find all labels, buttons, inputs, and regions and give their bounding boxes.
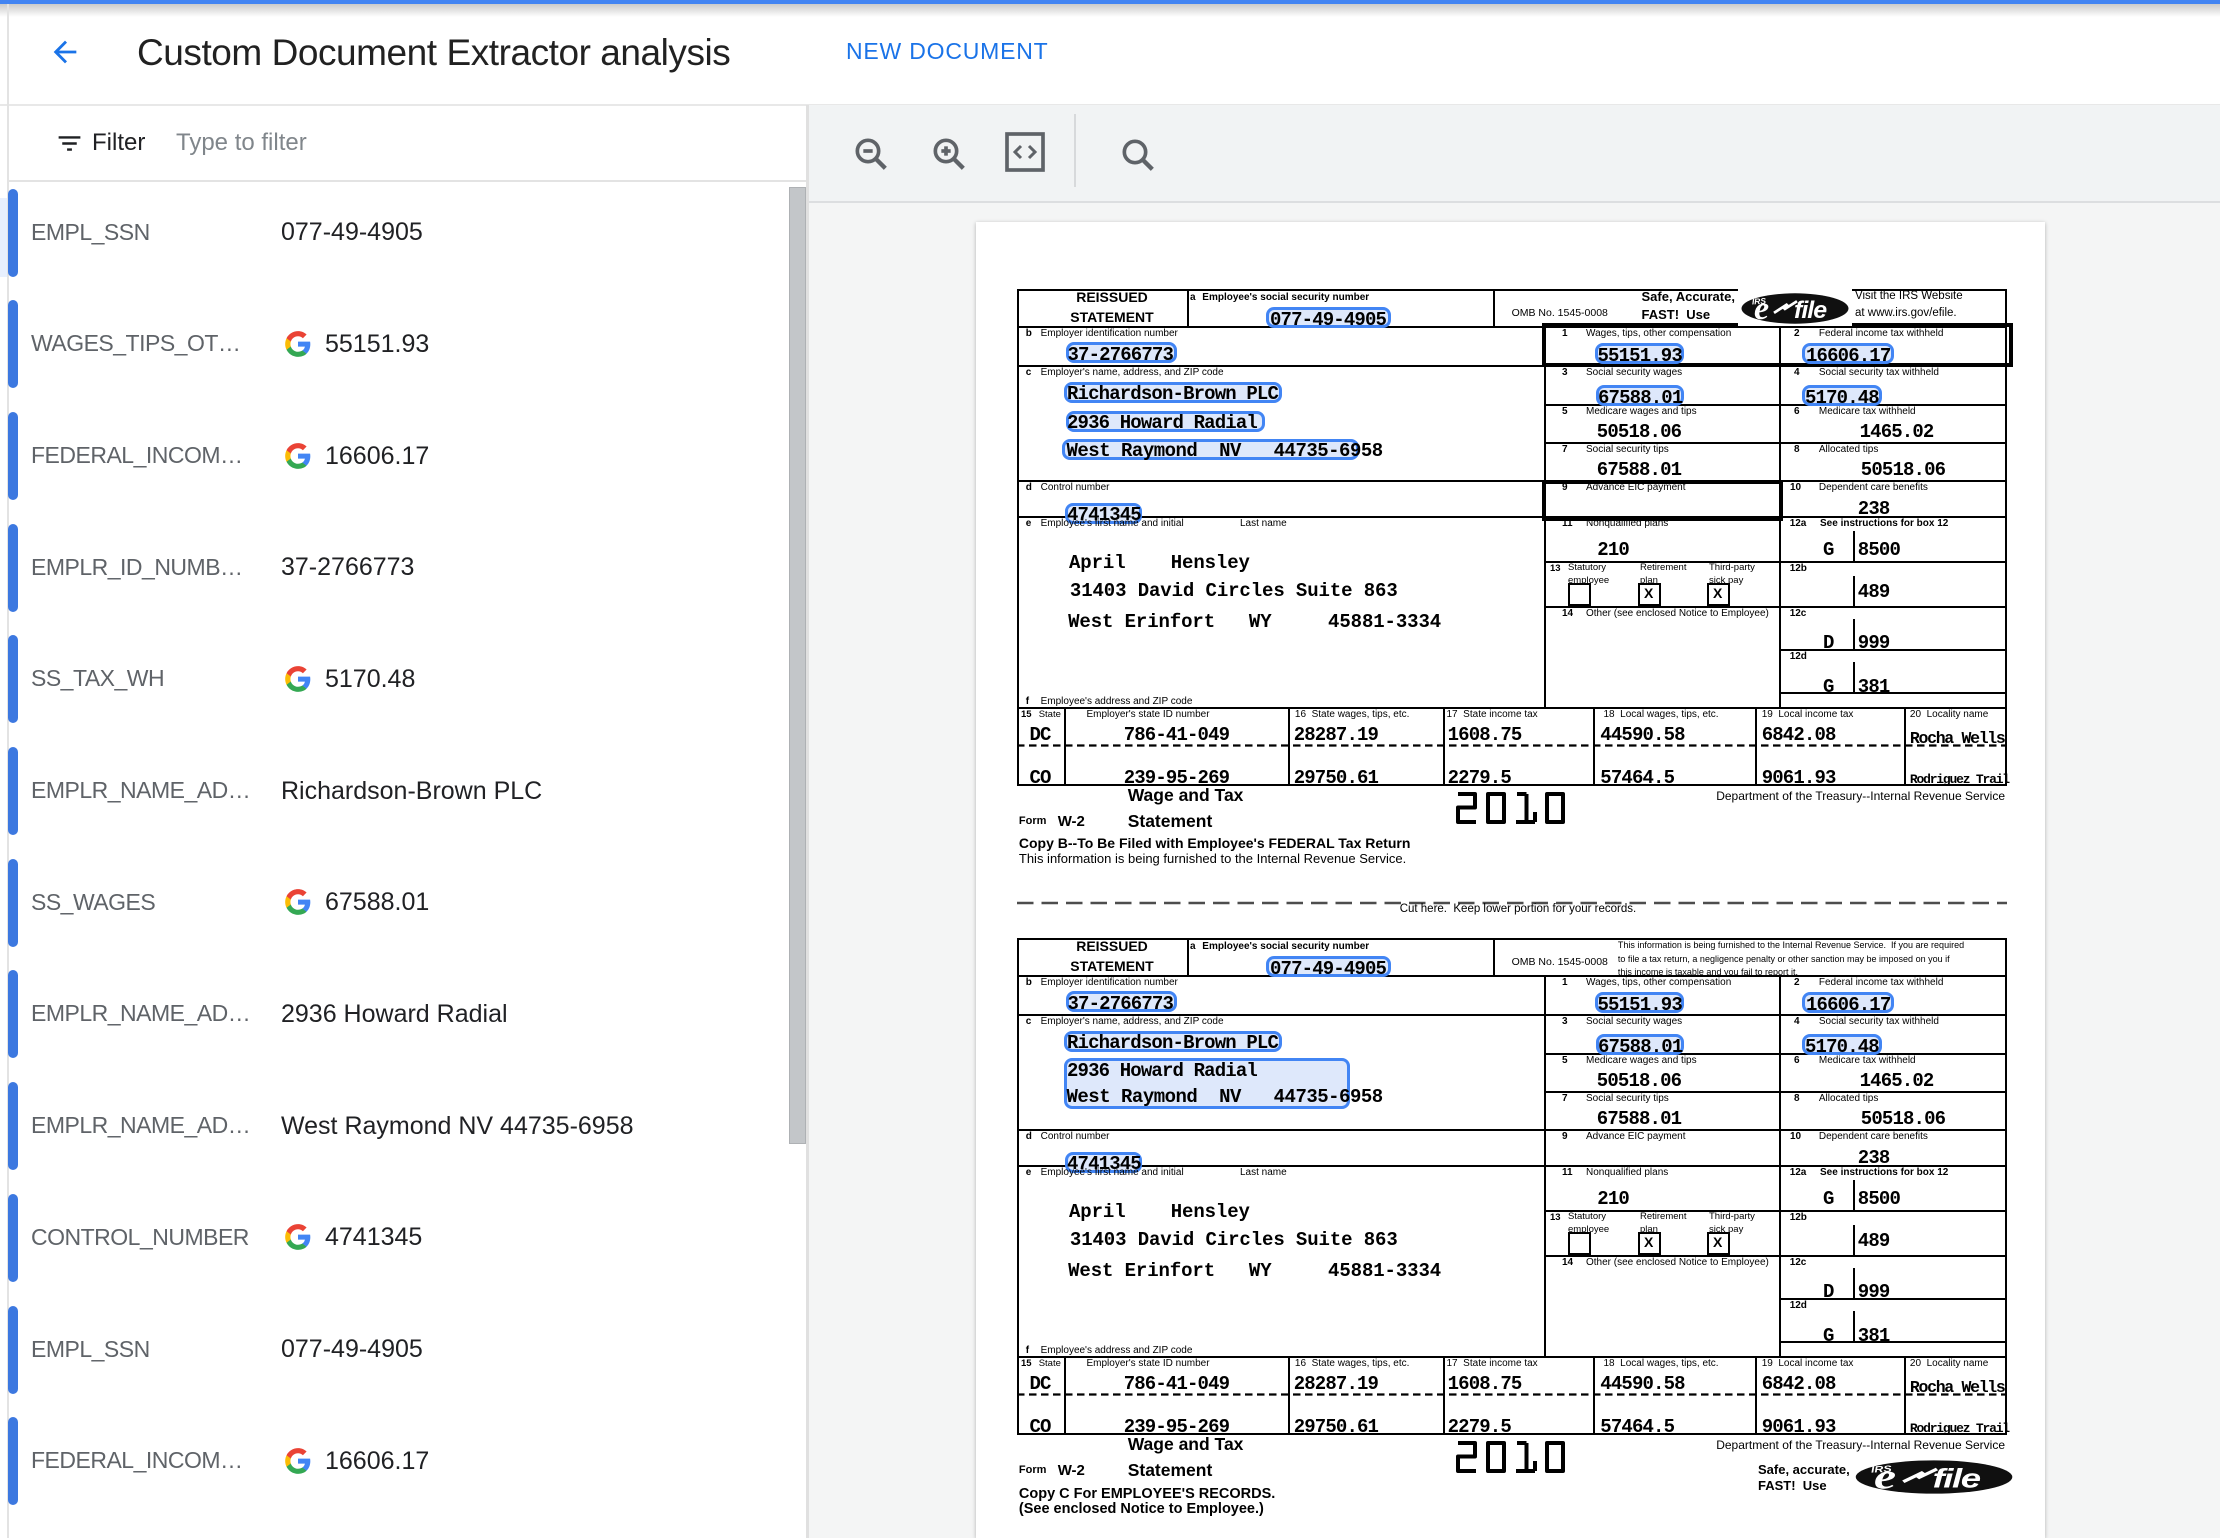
svg-text:file: file xyxy=(1933,1464,1981,1494)
svg-text:file: file xyxy=(1794,298,1826,324)
svg-text:e: e xyxy=(1754,293,1769,324)
svg-text:e: e xyxy=(1874,1460,1896,1494)
